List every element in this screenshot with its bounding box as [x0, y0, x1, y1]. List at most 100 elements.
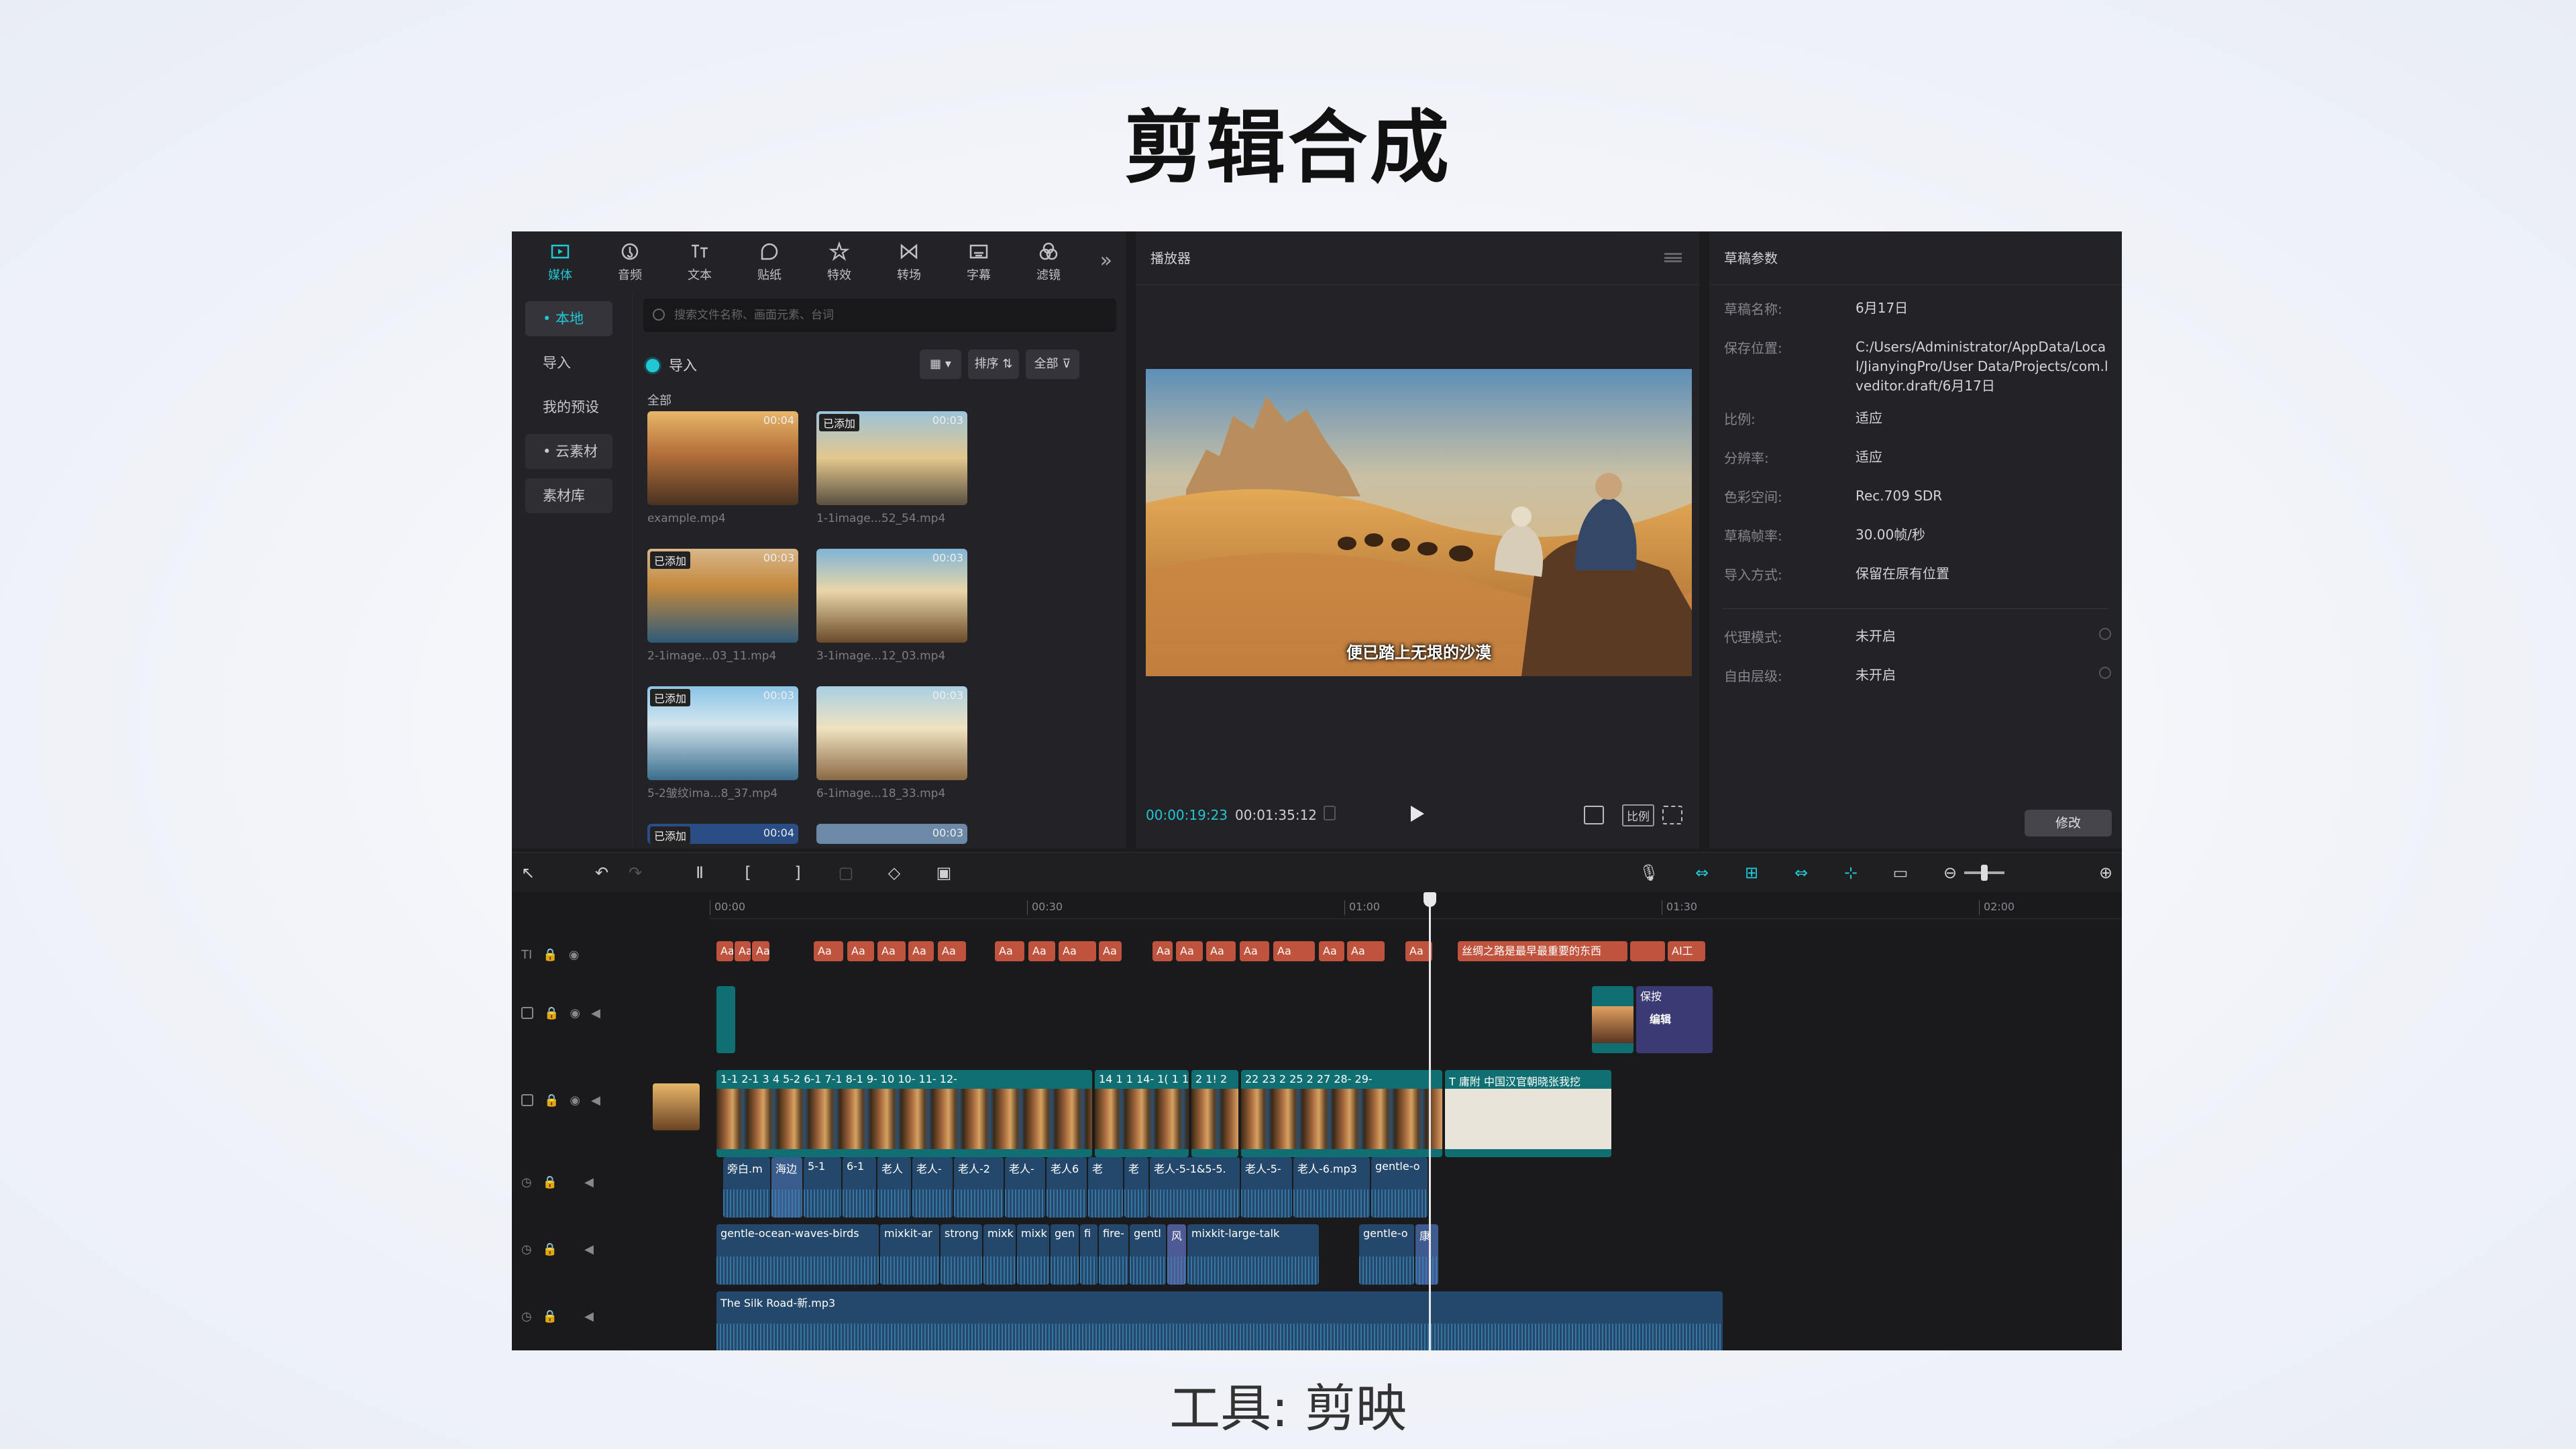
text-clip[interactable]: Aa: [1206, 941, 1236, 961]
tab-transition[interactable]: 转场: [874, 234, 944, 289]
audio-clip[interactable]: 5-1: [804, 1157, 841, 1218]
zoom-in-icon[interactable]: ⊕: [2096, 863, 2115, 882]
overlay-clip[interactable]: [1592, 986, 1633, 1053]
speaker-icon[interactable]: ◀: [591, 1006, 600, 1020]
text-clip[interactable]: [1630, 941, 1665, 961]
caption-icon[interactable]: ▭: [1891, 863, 1910, 882]
menu-icon[interactable]: [1664, 253, 1682, 262]
text-clip[interactable]: Aa: [1152, 941, 1173, 961]
audio-clip[interactable]: gentle-o: [1371, 1157, 1428, 1218]
fit-screen-icon[interactable]: [1584, 806, 1604, 824]
side-item-library[interactable]: 素材库: [525, 478, 612, 513]
audio-clip[interactable]: mixk: [1017, 1224, 1049, 1285]
text-clip[interactable]: Aa: [752, 941, 769, 961]
text-clip[interactable]: Aa: [877, 941, 906, 961]
more-tabs-icon[interactable]: »: [1100, 249, 1112, 272]
trim-left-icon[interactable]: [: [739, 863, 757, 882]
play-icon[interactable]: [1411, 806, 1424, 822]
filter-all-button[interactable]: 全部 ⊽: [1026, 350, 1079, 379]
lock-icon[interactable]: 🔒: [543, 948, 557, 962]
tab-audio[interactable]: 音频: [595, 234, 665, 289]
info-icon[interactable]: [2099, 667, 2111, 679]
audio-clip[interactable]: 老人-2: [954, 1157, 1004, 1218]
audio-clip[interactable]: 老人-: [1005, 1157, 1045, 1218]
audio-clip[interactable]: mixkit-large-talk: [1187, 1224, 1319, 1285]
eye-icon[interactable]: ◉: [570, 1093, 580, 1108]
audio-clip[interactable]: gentle-ocean-waves-birds: [716, 1224, 879, 1285]
tab-effects[interactable]: 特效: [804, 234, 874, 289]
speaker-icon[interactable]: ◀: [584, 1309, 594, 1324]
speaker-icon[interactable]: ◀: [584, 1175, 594, 1189]
text-clip[interactable]: Aa: [1028, 941, 1055, 961]
text-clip[interactable]: Aa: [1099, 941, 1122, 961]
text-clip[interactable]: Aa: [1059, 941, 1096, 961]
lock-icon[interactable]: 🔒: [543, 1175, 557, 1189]
text-clip[interactable]: 丝绸之路是最早最重要的东西: [1458, 941, 1627, 961]
time-ruler[interactable]: 00:00 00:30 01:00 01:30 02:00: [710, 892, 2122, 919]
audio-clip[interactable]: 老人6: [1046, 1157, 1087, 1218]
zoom-out-icon[interactable]: ⊖: [1941, 863, 1960, 882]
audio-clip[interactable]: 旁白.m: [723, 1157, 770, 1218]
tab-media[interactable]: 媒体: [525, 234, 595, 289]
lock-icon[interactable]: 🔒: [543, 1242, 557, 1256]
video-clip-group[interactable]: 2 1! 2: [1191, 1070, 1238, 1157]
audio-clip[interactable]: 老人-6.mp3: [1293, 1157, 1370, 1218]
text-clip[interactable]: Aa: [908, 941, 934, 961]
video-clip-group[interactable]: 1-1 2-1 3 4 5-2 6-1 7-1 8-1 9- 10 10- 11…: [716, 1070, 1092, 1157]
side-item-import[interactable]: 导入: [525, 345, 612, 380]
redo-icon[interactable]: ↷: [626, 863, 645, 882]
sort-button[interactable]: 排序 ⇅: [968, 350, 1019, 379]
undo-icon[interactable]: ↶: [592, 863, 611, 882]
modify-button[interactable]: 修改: [2025, 810, 2112, 837]
preview-axis-icon[interactable]: ⊹: [1841, 863, 1860, 882]
eye-icon[interactable]: ◉: [570, 1006, 580, 1020]
audio-clip[interactable]: 海边: [771, 1157, 802, 1218]
lock-icon[interactable]: 🔒: [544, 1006, 559, 1020]
text-clip[interactable]: Aa: [995, 941, 1024, 961]
text-clip[interactable]: Aa: [1240, 941, 1269, 961]
audio-clip[interactable]: 老人: [877, 1157, 911, 1218]
lock-icon[interactable]: 🔒: [543, 1309, 557, 1324]
delete-icon[interactable]: ▢: [837, 863, 855, 882]
video-preview[interactable]: 便已踏上无垠的沙漠: [1146, 369, 1692, 676]
audio-clip[interactable]: 老人-5-1&5-5.: [1150, 1157, 1240, 1218]
media-item[interactable]: 00:04 example.mp4: [647, 411, 798, 532]
tab-filter[interactable]: 滤镜: [1014, 234, 1083, 289]
audio-clip[interactable]: mixk: [983, 1224, 1016, 1285]
info-icon[interactable]: [2099, 628, 2111, 640]
side-item-presets[interactable]: 我的预设: [525, 390, 612, 425]
text-clip[interactable]: Aa: [938, 941, 966, 961]
text-clip[interactable]: Aa: [1319, 941, 1344, 961]
ratio-button[interactable]: 比例: [1622, 804, 1654, 826]
audio-clip[interactable]: 康: [1415, 1224, 1438, 1285]
audio-clip[interactable]: fi: [1080, 1224, 1097, 1285]
grid-icon[interactable]: [1324, 806, 1336, 820]
media-item[interactable]: 00:03: [816, 824, 967, 844]
tab-sticker[interactable]: 贴纸: [735, 234, 804, 289]
media-item[interactable]: 00:03 3-1image...12_03.mp4: [816, 549, 967, 669]
audio-clip[interactable]: 老: [1088, 1157, 1123, 1218]
eye-icon[interactable]: ◉: [569, 948, 580, 962]
audio-clip[interactable]: 老: [1124, 1157, 1148, 1218]
text-clip[interactable]: Aa: [1273, 941, 1315, 961]
link-clip-icon[interactable]: ⇔: [1693, 863, 1711, 882]
text-clip[interactable]: AI工: [1668, 941, 1705, 961]
audio-clip[interactable]: fire-: [1099, 1224, 1128, 1285]
text-clip[interactable]: Aa: [1347, 941, 1385, 961]
text-clip[interactable]: Aa: [716, 941, 733, 961]
media-item[interactable]: 已添加 00:03 1-1image...52_54.mp4: [816, 411, 967, 532]
overlay-edit-clip[interactable]: 保按 编辑: [1636, 986, 1713, 1053]
media-item[interactable]: 已添加 00:03 2-1image...03_11.mp4: [647, 549, 798, 669]
text-clip[interactable]: Aa: [814, 941, 843, 961]
audio-clip[interactable]: 风: [1167, 1224, 1186, 1285]
audio-clip[interactable]: 老人-: [912, 1157, 953, 1218]
playhead[interactable]: [1424, 892, 1436, 1350]
auto-snap-icon[interactable]: ⇔: [1792, 863, 1811, 882]
microphone-icon[interactable]: 🎙: [1639, 863, 1659, 882]
tab-subtitle[interactable]: 字幕: [944, 234, 1014, 289]
image-edit-icon[interactable]: ▣: [934, 863, 953, 882]
select-cursor-icon[interactable]: ↖: [519, 863, 537, 882]
text-clip[interactable]: Aa: [1176, 941, 1203, 961]
side-item-cloud[interactable]: • 云素材: [525, 434, 612, 469]
side-item-local[interactable]: • 本地: [525, 301, 612, 336]
